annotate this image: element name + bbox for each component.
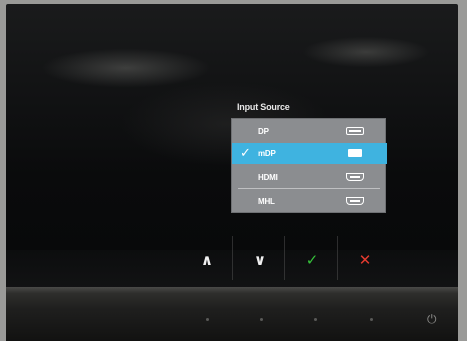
monitor-bezel — [6, 287, 458, 341]
confirm-check-button[interactable]: ✓ — [301, 250, 323, 272]
cancel-x-button[interactable]: ✕ — [354, 250, 376, 272]
bezel-button-dot[interactable] — [206, 318, 209, 321]
hdmi-icon — [346, 197, 364, 205]
menu-item-label: DP — [258, 127, 269, 136]
menu-item-label: mDP — [258, 149, 276, 158]
button-divider — [284, 236, 285, 280]
bezel-button-dot[interactable] — [370, 318, 373, 321]
menu-divider — [238, 188, 380, 189]
osd-title: Input Source — [237, 102, 290, 112]
power-icon[interactable]: ⏻ — [427, 312, 437, 327]
down-arrow-button[interactable]: ∨ — [249, 250, 271, 272]
menu-item-mdp[interactable]: ✓ mDP — [232, 143, 387, 164]
menu-item-mhl[interactable]: MHL — [232, 191, 387, 212]
button-divider — [232, 236, 233, 280]
menu-item-label: MHL — [258, 197, 275, 206]
input-source-menu: DP ✓ mDP HDMI MHL — [231, 118, 387, 213]
up-arrow-button[interactable]: ∧ — [196, 250, 218, 272]
button-divider — [337, 236, 338, 280]
check-icon: ✓ — [240, 145, 251, 160]
bezel-button-dot[interactable] — [314, 318, 317, 321]
menu-item-label: HDMI — [258, 173, 278, 182]
bezel-button-dot[interactable] — [260, 318, 263, 321]
mini-displayport-icon — [348, 149, 362, 157]
menu-item-hdmi[interactable]: HDMI — [232, 167, 387, 188]
hdmi-icon — [346, 173, 364, 181]
displayport-icon — [346, 127, 364, 135]
menu-item-dp[interactable]: DP — [232, 121, 387, 142]
